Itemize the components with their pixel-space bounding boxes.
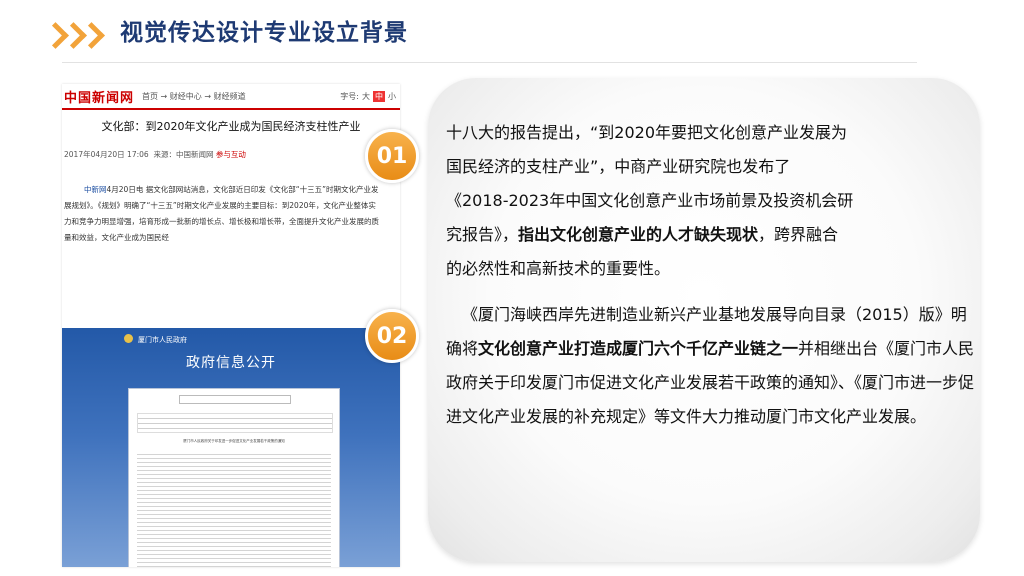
news-breadcrumb: 首页 → 财经中心 → 财经频道 — [142, 91, 246, 101]
gov-search-box — [179, 395, 291, 404]
news-body-source: 中新网 — [84, 185, 107, 194]
point1-emphasis: 指出文化创意产业的人才缺失现状 — [518, 225, 759, 244]
slide-title: 视觉传达设计专业设立背景 — [120, 20, 408, 46]
point-text-02: 《厦门海峡西岸先进制造业新兴产业基地发展导向目录（2015）版》明确将文化创意产… — [446, 298, 976, 434]
point1-text: 究报告》， — [446, 225, 519, 244]
gov-doc-body — [137, 451, 331, 567]
font-size-control: 字号: 大 中 小 — [340, 90, 396, 102]
point1-line-mixed: 究报告》，指出文化创意产业的人才缺失现状，跨界融合 — [446, 218, 946, 252]
news-headline: 文化部：到2020年文化产业成为国民经济支柱性产业 — [101, 120, 361, 133]
news-header: 中国新闻网 首页 → 财经中心 → 财经频道 字号: 大 中 小 — [62, 84, 400, 110]
news-date: 2017年04月20日 17:06 — [64, 150, 149, 159]
news-screenshot: 中国新闻网 首页 → 财经中心 → 财经频道 字号: 大 中 小 文化部：到20… — [62, 84, 400, 567]
font-size-label: 字号: — [340, 91, 359, 101]
title-divider — [62, 62, 917, 63]
chevron-arrows-icon — [42, 21, 105, 49]
font-size-small: 小 — [388, 91, 396, 101]
font-size-medium: 中 — [373, 90, 385, 102]
point1-line: 国民经济的支柱产业”，中商产业研究院也发布了 — [446, 157, 791, 176]
gov-doc-meta — [137, 413, 333, 433]
gov-document: 厦门市人民政府关于印发进一步促进文化产业发展若干政策的通知 — [128, 388, 340, 567]
point1-line: 十八大的报告提出，“到2020年要把文化创意产业发展为 — [446, 123, 848, 142]
point-badge-02: 02 — [365, 309, 419, 363]
font-size-large: 大 — [362, 91, 370, 101]
point2-emphasis: 文化创意产业打造成厦门六个千亿产业链之一 — [478, 339, 799, 358]
gov-screenshot: 厦门市人民政府 政府信息公开 厦门市人民政府关于印发进一步促进文化产业发展若干政… — [62, 328, 400, 567]
gov-doc-title: 厦门市人民政府关于印发进一步促进文化产业发展若干政策的通知 — [183, 439, 285, 443]
news-meta: 2017年04月20日 17:06 来源：中国新闻网 参与互动 — [64, 149, 246, 160]
news-body-text: 4月20日电 据文化部网站消息，文化部近日印发《文化部“十三五”时期文化产业发展… — [64, 185, 379, 242]
slide-header: 视觉传达设计专业设立背景 — [42, 8, 408, 52]
news-source: 来源：中国新闻网 — [153, 150, 214, 159]
emblem-icon — [124, 334, 133, 343]
point1-line: 《2018-2023年中国文化创意产业市场前景及投资机会研 — [446, 191, 854, 210]
point-text-01: 十八大的报告提出，“到2020年要把文化创意产业发展为 国民经济的支柱产业”，中… — [446, 116, 946, 286]
news-body: 中新网4月20日电 据文化部网站消息，文化部近日印发《文化部“十三五”时期文化产… — [64, 182, 382, 246]
gov-site-name: 厦门市人民政府 — [138, 336, 187, 344]
gov-banner-title: 政府信息公开 — [186, 355, 276, 371]
point-badge-01: 01 — [365, 129, 419, 183]
news-logo: 中国新闻网 — [64, 90, 135, 106]
point1-text: ，跨界融合 — [758, 225, 839, 244]
news-interact-link: 参与互动 — [215, 150, 246, 159]
point1-line: 的必然性和高新技术的重要性。 — [446, 259, 671, 278]
